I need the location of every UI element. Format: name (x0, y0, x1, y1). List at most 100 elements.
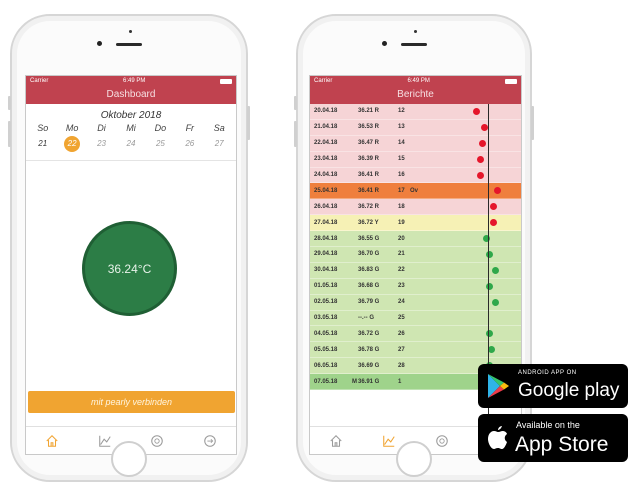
proximity-sensor (414, 30, 417, 33)
report-temperature: --.-- G (358, 315, 374, 322)
weekday-label: Sa (213, 123, 225, 133)
calendar-date[interactable]: 21 (30, 136, 56, 152)
calendar-date[interactable]: 23 (89, 136, 115, 152)
report-table: 20.04.18 36.21 R 12 21.04.18 36.53 R 13 22.04.… (310, 104, 521, 391)
report-row[interactable]: 04.05.18 36.72 G 26 (310, 326, 521, 343)
proximity-sensor (129, 30, 132, 33)
report-cycle-day: 26 (398, 330, 405, 337)
report-row[interactable]: 29.04.18 36.70 G 21 (310, 247, 521, 263)
report-temperature: 36.41 R (358, 187, 380, 194)
report-row[interactable]: 26.04.18 36.72 R 18 (310, 199, 521, 216)
volume-up-button (8, 121, 11, 147)
calendar-date-label: 23 (97, 139, 106, 148)
connect-pearly-button[interactable]: mit pearly verbinden (28, 391, 235, 413)
report-cycle-day: 28 (398, 362, 405, 369)
report-row[interactable]: 22.04.18 36.47 R 14 (310, 135, 521, 152)
phone-frame-reports: Carrier 6:49 PM Berichte 20.04.18 36.21 R… (294, 14, 534, 482)
calendar-date-label: 26 (185, 139, 195, 148)
report-temperature: 36.21 R (358, 108, 380, 115)
google-play-badge[interactable]: ANDROID APP ON Google play (478, 364, 628, 408)
report-row[interactable]: 25.04.18 36.41 R 17 Ov (310, 183, 521, 200)
report-cycle-day: 14 (398, 140, 405, 147)
report-date: 07.05.18 (314, 378, 338, 385)
report-date: 26.04.18 (314, 203, 338, 210)
google-badge-title: Google play (518, 380, 620, 401)
power-button (531, 106, 534, 140)
temperature-dot (491, 298, 499, 306)
report-date: 05.05.18 (314, 346, 338, 353)
report-row[interactable]: 20.04.18 36.21 R 12 (310, 104, 521, 120)
calendar-date[interactable]: 27 (206, 136, 232, 152)
tab-pearly[interactable] (430, 431, 454, 451)
report-temperature: 36.72 R (358, 203, 380, 210)
report-row[interactable]: 03.05.18 --.-- G 25 (310, 310, 521, 327)
tab-pearly[interactable] (145, 431, 169, 451)
pearly-device-icon (151, 434, 164, 447)
report-date: 24.04.18 (314, 172, 338, 178)
report-cycle-day: 16 (398, 172, 405, 178)
report-date: 02.05.18 (314, 299, 338, 306)
report-date: 23.04.18 (314, 156, 338, 163)
calendar-date-label: 24 (126, 139, 136, 148)
tab-logout[interactable] (198, 431, 222, 451)
calendar-date[interactable]: 26 (177, 136, 203, 152)
calendar-date-label: 25 (155, 139, 165, 148)
google-play-icon (488, 374, 509, 398)
temperature-dot (491, 266, 499, 274)
temperature-dot (494, 187, 502, 195)
report-row[interactable]: 24.04.18 36.41 R 16 (310, 167, 521, 184)
report-temperature: 36.70 G (358, 251, 380, 258)
report-temperature: 36.39 R (358, 156, 380, 163)
report-row[interactable]: 01.05.18 36.68 G 23 (310, 278, 521, 295)
temperature-dot (483, 235, 491, 243)
report-row[interactable]: 23.04.18 36.39 R 15 (310, 151, 521, 168)
report-temperature: 36.72 Y (358, 219, 379, 226)
calendar-date[interactable]: 24 (118, 136, 144, 152)
tab-home[interactable] (40, 431, 64, 451)
calendar-date-selected[interactable]: 22 (59, 136, 85, 152)
report-cycle-day: 25 (398, 315, 405, 322)
temperature-dot (477, 171, 485, 179)
tab-chart[interactable] (377, 431, 401, 451)
temperature-dot (489, 219, 497, 227)
report-temperature: 36.41 R (358, 172, 380, 178)
tab-home[interactable] (324, 431, 348, 451)
calendar-weekday-row: So Mo Di Mi Do Fr Sa (26, 123, 236, 133)
report-cycle-day: 19 (398, 219, 405, 226)
tab-chart[interactable] (93, 431, 117, 451)
earpiece-speaker (116, 43, 142, 46)
status-bar: Carrier 6:49 PM (26, 76, 236, 86)
home-button[interactable] (111, 441, 147, 477)
report-temperature: 36.79 G (358, 299, 380, 306)
report-row[interactable]: 30.04.18 36.83 G 22 (310, 262, 521, 279)
weekday-label: Di (97, 123, 106, 133)
calendar-date[interactable]: 25 (147, 136, 173, 152)
report-row[interactable]: 21.04.18 36.53 R 13 (310, 119, 521, 136)
report-cycle-day: 18 (398, 203, 405, 210)
report-temperature: 36.68 G (358, 283, 380, 290)
nav-title: Dashboard (26, 86, 236, 104)
phone-frame-dashboard: Carrier 6:49 PM Dashboard Oktober 2018 S… (8, 14, 250, 482)
calendar-divider (26, 160, 236, 161)
pearly-device-icon (436, 434, 448, 447)
home-icon (330, 434, 342, 447)
report-date: 06.05.18 (314, 362, 338, 369)
report-row[interactable]: 28.04.18 36.55 G 20 (310, 231, 521, 248)
status-time: 6:49 PM (122, 78, 146, 84)
logout-icon (203, 434, 216, 447)
carrier-label: Carrier (314, 78, 333, 84)
app-store-badge[interactable]: Available on the App Store (478, 414, 628, 462)
report-cycle-day: 17 (398, 187, 405, 194)
earpiece-speaker (401, 43, 427, 46)
report-row[interactable]: 02.05.18 36.79 G 24 (310, 294, 521, 311)
apple-icon (488, 426, 507, 449)
report-row[interactable]: 05.05.18 36.78 G 27 (310, 342, 521, 359)
home-button[interactable] (396, 441, 432, 477)
report-row[interactable]: 27.04.18 36.72 Y 19 (310, 215, 521, 232)
front-camera (382, 41, 387, 46)
report-temperature: 36.69 G (358, 362, 380, 369)
report-cycle-day: 23 (398, 283, 405, 290)
battery-icon (219, 78, 232, 84)
report-temperature: 36.55 G (358, 235, 380, 242)
temperature-dot (472, 108, 480, 115)
